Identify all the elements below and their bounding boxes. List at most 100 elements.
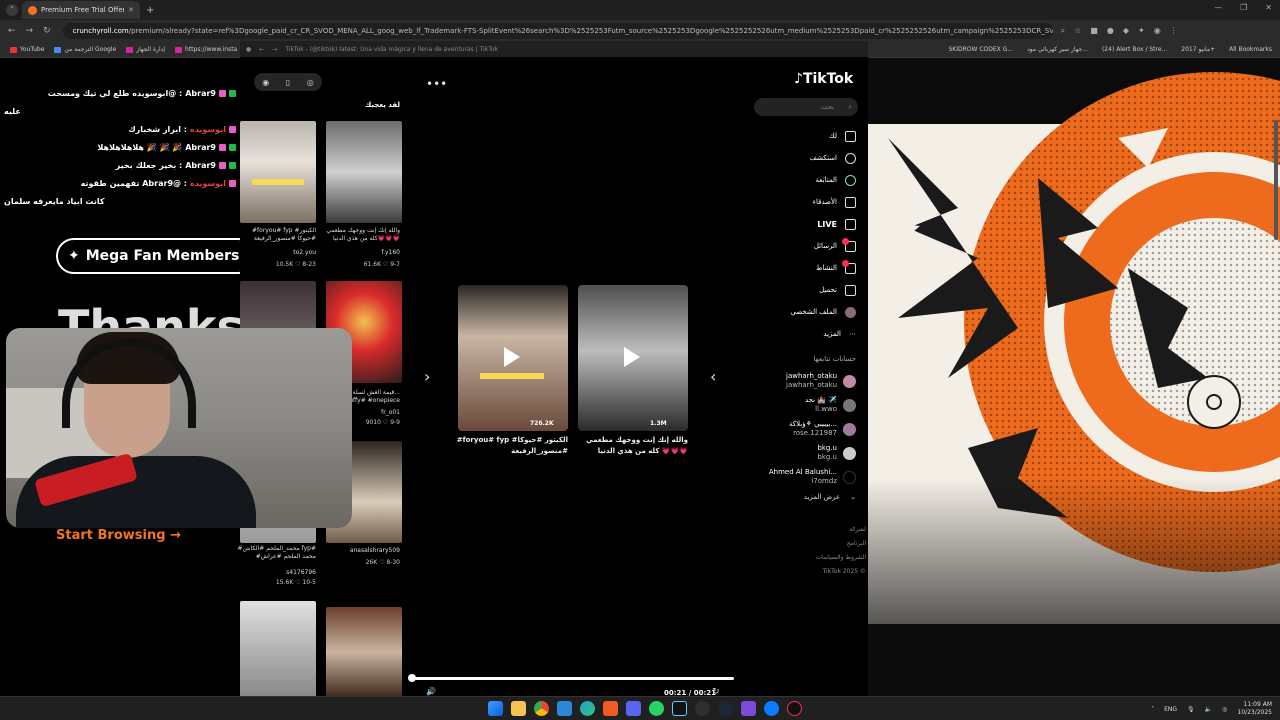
reload-icon[interactable]: ↻ — [43, 26, 51, 36]
avatar[interactable]: ◉ — [262, 78, 269, 87]
mic-icon[interactable]: 🎙 — [1187, 706, 1195, 713]
zoom-icon[interactable]: ⌕ — [1061, 26, 1065, 36]
extension-icon[interactable]: ◆ — [1123, 26, 1129, 36]
chevron-left-icon[interactable]: ‹ — [710, 367, 716, 386]
bookmark-item[interactable]: (24) Alert Box / Stre... — [1102, 46, 1167, 53]
browser-menu-icon[interactable]: ⋮ — [1170, 26, 1178, 36]
nav-item-profile[interactable]: الملف الشخصي — [760, 301, 856, 323]
clock[interactable]: 11:09 AM 10/23/2025 — [1237, 701, 1272, 717]
following-account[interactable]: bkg.u bkg.u — [760, 441, 856, 465]
whatsapp-icon[interactable] — [649, 701, 664, 716]
compass-icon[interactable]: ◎ — [307, 78, 314, 87]
nav-item-friends[interactable]: الأصدقاء — [760, 191, 856, 213]
following-account[interactable]: jawharh_otaku jawharh_otaku — [760, 369, 856, 393]
progress-knob[interactable] — [408, 674, 416, 682]
bookmark-item[interactable]: SKIDROW CODEX G... — [948, 46, 1013, 53]
url-path: /premium/already?state=ref%3Dgoogle_paid… — [128, 27, 1053, 35]
close-window-icon[interactable]: ✕ — [1265, 3, 1272, 12]
nav-item-upload[interactable]: تحميل — [760, 279, 856, 301]
bookmark-item[interactable]: إدارة الجهاز — [126, 46, 165, 53]
footer-link[interactable]: الشروط والسياسات — [760, 551, 866, 565]
following-account[interactable]: Ahmed Al Balushi... i7omdz — [760, 465, 856, 489]
nav-item-messages[interactable]: الرسائل — [760, 235, 856, 257]
edge-icon[interactable] — [580, 701, 595, 716]
following-account[interactable]: نجد 🏰 ✈️ ll.wwo — [760, 393, 856, 417]
mail-icon[interactable] — [557, 701, 572, 716]
chrome-icon[interactable] — [534, 701, 549, 716]
maximize-icon[interactable]: ❐ — [1240, 3, 1247, 12]
tab-menu-icon[interactable]: ˅ — [6, 4, 18, 16]
video-author[interactable]: anasalshrary509 — [320, 547, 400, 555]
bookmark-item[interactable]: https://www.insta — [175, 46, 237, 53]
video-thumbnail[interactable] — [240, 121, 316, 223]
back-icon[interactable]: ← — [259, 46, 264, 53]
steam-icon[interactable] — [718, 701, 733, 716]
video-thumbnail[interactable] — [326, 607, 402, 697]
bookmark-item[interactable]: الترجمة من Google — [54, 46, 116, 53]
video-thumbnail[interactable] — [326, 121, 402, 223]
tiktok-logo[interactable]: ♪TikTok — [794, 71, 853, 87]
footer-link[interactable]: البرنامج — [760, 537, 866, 551]
video-card[interactable]: 726.2K — [458, 285, 568, 431]
following-account[interactable]: بيبيبي ⚘ؤبلاكة... rose.121987 — [760, 417, 856, 441]
more-options-icon[interactable]: ••• — [426, 77, 447, 91]
forward-icon[interactable]: → — [272, 46, 277, 53]
mega-fan-button[interactable]: ✦ Mega Fan Members — [56, 238, 256, 274]
see-more-button[interactable]: عرض المزيد ⌄ — [760, 493, 856, 501]
network-icon[interactable]: ◎ — [1222, 706, 1227, 713]
file-explorer-icon[interactable] — [511, 701, 526, 716]
nav-item-live[interactable]: LIVE — [760, 213, 856, 235]
extension-icon[interactable]: ● — [1107, 26, 1114, 36]
obs-icon[interactable] — [695, 701, 710, 716]
search-input[interactable]: بحث ⌕ — [754, 98, 858, 116]
video-author[interactable]: s4176796 — [236, 569, 316, 577]
nav-item-following[interactable]: المتابَعة — [760, 169, 856, 191]
messenger-icon[interactable] — [764, 701, 779, 716]
nav-item-explore[interactable]: استكشف — [760, 147, 856, 169]
tab-bar: ˅ Premium Free Trial Offer - Crun ✕ + — … — [0, 0, 1280, 20]
star-icon[interactable]: ☆ — [1074, 26, 1081, 36]
bookmark-item[interactable]: مانيو 2017+ — [1181, 46, 1215, 53]
search-icon[interactable]: ⌕ — [848, 103, 852, 112]
compass-icon — [845, 152, 856, 164]
nav-item-activity[interactable]: النشاط — [760, 257, 856, 279]
video-card[interactable]: 1.3M — [578, 285, 688, 431]
brave-icon[interactable] — [603, 701, 618, 716]
avatar — [843, 470, 856, 484]
tab-crunchyroll[interactable]: Premium Free Trial Offer - Crun ✕ — [22, 1, 140, 19]
app-icon[interactable] — [741, 701, 756, 716]
bookmark-item[interactable]: YouTube — [10, 46, 44, 53]
close-tab-icon[interactable]: ✕ — [128, 6, 134, 14]
language-indicator[interactable]: ENG — [1164, 706, 1177, 713]
nav-item-for-you[interactable]: لك — [760, 125, 856, 147]
url-input[interactable]: crunchyroll.com/premium/already?state=re… — [62, 23, 1053, 39]
minimize-icon[interactable]: — — [1214, 3, 1222, 12]
windows-start-icon[interactable] — [488, 701, 503, 716]
scrollbar[interactable] — [1274, 120, 1278, 240]
puzzle-icon[interactable]: ✦ — [1138, 26, 1145, 36]
discord-icon[interactable] — [626, 701, 641, 716]
chevron-right-icon[interactable]: › — [424, 367, 430, 386]
video-author[interactable]: to2.you — [236, 249, 316, 257]
profile-avatar-icon[interactable]: ◉ — [1154, 26, 1161, 36]
video-author[interactable]: f.y160 — [320, 249, 400, 257]
app-icon[interactable] — [672, 701, 687, 716]
all-bookmarks[interactable]: All Bookmarks — [1229, 46, 1272, 53]
play-icon[interactable] — [624, 347, 640, 367]
bookmark-item[interactable]: جهاز سير كهربائي مود... — [1027, 46, 1088, 53]
speaker-icon[interactable]: 🔈 — [1205, 706, 1212, 713]
play-icon[interactable] — [504, 347, 520, 367]
video-thumbnail[interactable] — [240, 601, 316, 697]
back-icon[interactable]: ← — [8, 26, 16, 36]
footer-link[interactable]: لشركة — [760, 523, 866, 537]
nav-item-more[interactable]: المزيد ⋯ — [760, 323, 856, 345]
chevron-up-icon[interactable]: ˄ — [1151, 706, 1154, 713]
start-browsing-link[interactable]: Start Browsing → — [56, 528, 181, 543]
tiktok-icon[interactable] — [787, 701, 802, 716]
progress-bar[interactable] — [408, 674, 734, 682]
forward-icon[interactable]: → — [26, 26, 34, 36]
volume-icon[interactable]: 🔊 — [426, 687, 436, 696]
new-tab-icon[interactable]: + — [146, 5, 154, 16]
extension-icon[interactable]: ■ — [1090, 26, 1098, 36]
device-icon[interactable]: ▯ — [286, 78, 290, 87]
